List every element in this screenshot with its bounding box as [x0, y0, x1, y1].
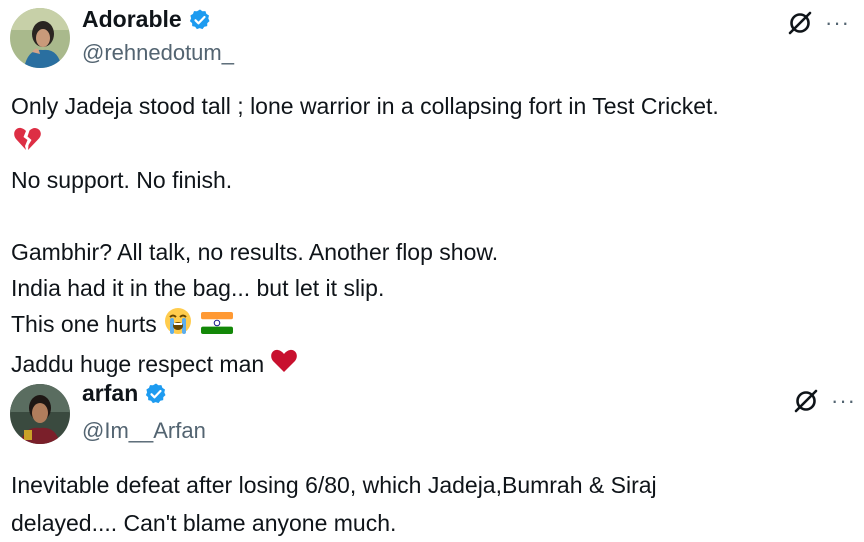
tweet-line: India had it in the bag... but let it sl…	[11, 274, 385, 301]
line-break	[11, 198, 854, 234]
handle[interactable]: @rehnedotum_	[82, 40, 234, 66]
loudly-crying-face-icon	[163, 306, 193, 346]
handle[interactable]: @Im__Arfan	[82, 418, 206, 444]
tweet[interactable]: Adorable @rehnedotum_ ··· Only Jadeja st…	[0, 0, 864, 378]
display-name[interactable]: arfan	[82, 380, 138, 407]
tweet-line: Jaddu huge respect man	[11, 350, 265, 377]
avatar[interactable]	[10, 8, 70, 68]
broken-heart-icon	[13, 126, 41, 162]
tweet-line-with-emoji: This one hurts	[11, 306, 854, 346]
verified-badge-icon	[188, 8, 212, 32]
tweet-line: This one hurts	[11, 311, 157, 337]
display-name[interactable]: Adorable	[82, 6, 182, 33]
tweet-line: delayed.... Can't blame anyone much.	[11, 510, 397, 536]
avatar[interactable]	[10, 384, 70, 444]
tweet-line: Gambhir? All talk, no results. Another f…	[11, 238, 499, 265]
india-flag-icon	[200, 308, 233, 344]
tweet-line: No support. No finish.	[11, 166, 233, 193]
grok-icon[interactable]	[791, 386, 821, 416]
emoji-line	[11, 124, 854, 162]
tweet-line: Only Jadeja stood tall ; lone warrior in…	[11, 93, 719, 119]
tweet-text: Only Jadeja stood tall ; lone warrior in…	[11, 88, 854, 384]
verified-badge-icon	[144, 382, 168, 406]
grok-icon[interactable]	[785, 8, 815, 38]
tweet-text: Inevitable defeat after losing 6/80, whi…	[11, 466, 854, 542]
more-options-icon[interactable]: ···	[825, 12, 850, 34]
tweet[interactable]: arfan @Im__Arfan ··· Inevitable defeat a…	[0, 378, 864, 540]
tweet-line: Inevitable defeat after losing 6/80, whi…	[11, 472, 657, 498]
more-options-icon[interactable]: ···	[831, 390, 856, 412]
